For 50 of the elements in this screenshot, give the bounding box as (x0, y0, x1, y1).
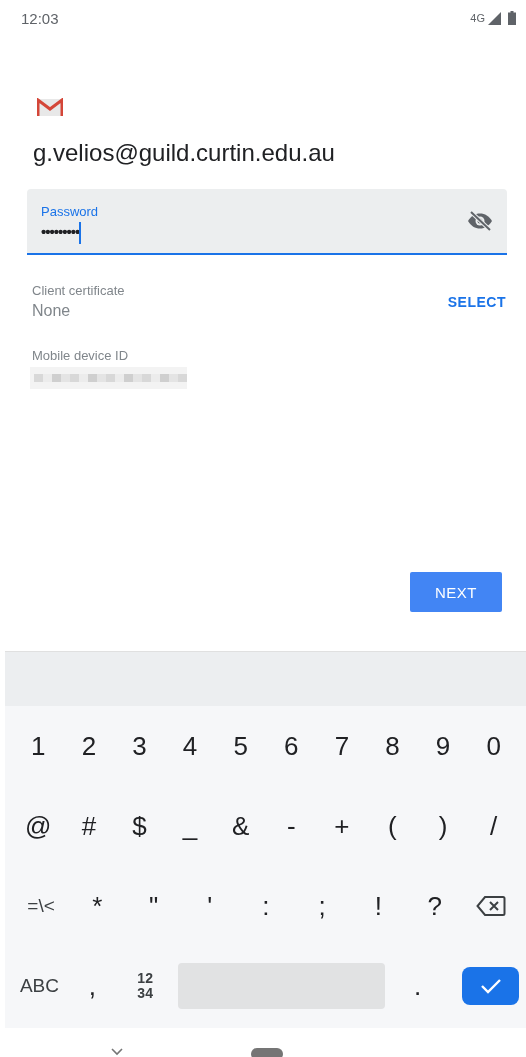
key[interactable]: 3 (114, 716, 165, 776)
key[interactable]: $ (114, 796, 165, 856)
enter-key[interactable] (462, 967, 519, 1005)
key[interactable]: 2 (63, 716, 115, 776)
mail-logo-icon (37, 98, 63, 117)
key[interactable]: & (215, 796, 266, 856)
key[interactable]: ; (294, 876, 351, 936)
signal-icon (488, 11, 501, 25)
account-email: g.velios@guild.curtin.edu.au (33, 139, 335, 167)
certificate-value: None (32, 302, 72, 320)
key[interactable]: . (391, 956, 444, 1016)
key[interactable]: =\< (13, 876, 70, 936)
key[interactable]: 0 (468, 716, 519, 776)
backspace-icon (475, 895, 506, 917)
visibility-off-icon[interactable] (467, 210, 493, 232)
key[interactable]: : (237, 876, 295, 936)
key[interactable]: - (265, 796, 317, 856)
key[interactable]: # (63, 796, 115, 856)
key[interactable]: _ (164, 796, 216, 856)
key[interactable]: , (65, 956, 119, 1016)
key[interactable]: ) (417, 796, 469, 856)
key[interactable]: 9 (417, 716, 469, 776)
home-handle[interactable] (251, 1048, 283, 1057)
key[interactable]: 1 (13, 716, 64, 776)
key[interactable]: ( (367, 796, 418, 856)
key[interactable]: ABC (13, 956, 66, 1016)
network-type: 4G (470, 12, 485, 24)
certificate-label: Client certificate (32, 283, 125, 298)
key[interactable]: ? (406, 876, 463, 936)
battery-icon (508, 11, 516, 25)
password-field[interactable]: Password ••••••••• (27, 189, 507, 255)
key[interactable]: 6 (265, 716, 317, 776)
key[interactable]: 5 (215, 716, 266, 776)
key[interactable]: @ (13, 796, 64, 856)
key[interactable]: * (69, 876, 126, 936)
key[interactable]: + (316, 796, 368, 856)
select-button[interactable]: SELECT (447, 293, 506, 310)
check-icon (479, 977, 502, 995)
key[interactable]: 8 (367, 716, 418, 776)
key[interactable]: ' (181, 876, 238, 936)
numpad-key[interactable]: 12 34 (118, 956, 172, 1016)
next-button[interactable]: NEXT (410, 572, 502, 612)
device-id-label: Mobile device ID (32, 348, 130, 363)
key[interactable]: 7 (316, 716, 368, 776)
key[interactable]: 4 (164, 716, 216, 776)
clock: 12:03 (21, 9, 59, 27)
key[interactable]: ! (350, 876, 407, 936)
key[interactable]: " (125, 876, 182, 936)
chevron-down-icon[interactable] (110, 1047, 124, 1057)
key[interactable]: / (468, 796, 519, 856)
